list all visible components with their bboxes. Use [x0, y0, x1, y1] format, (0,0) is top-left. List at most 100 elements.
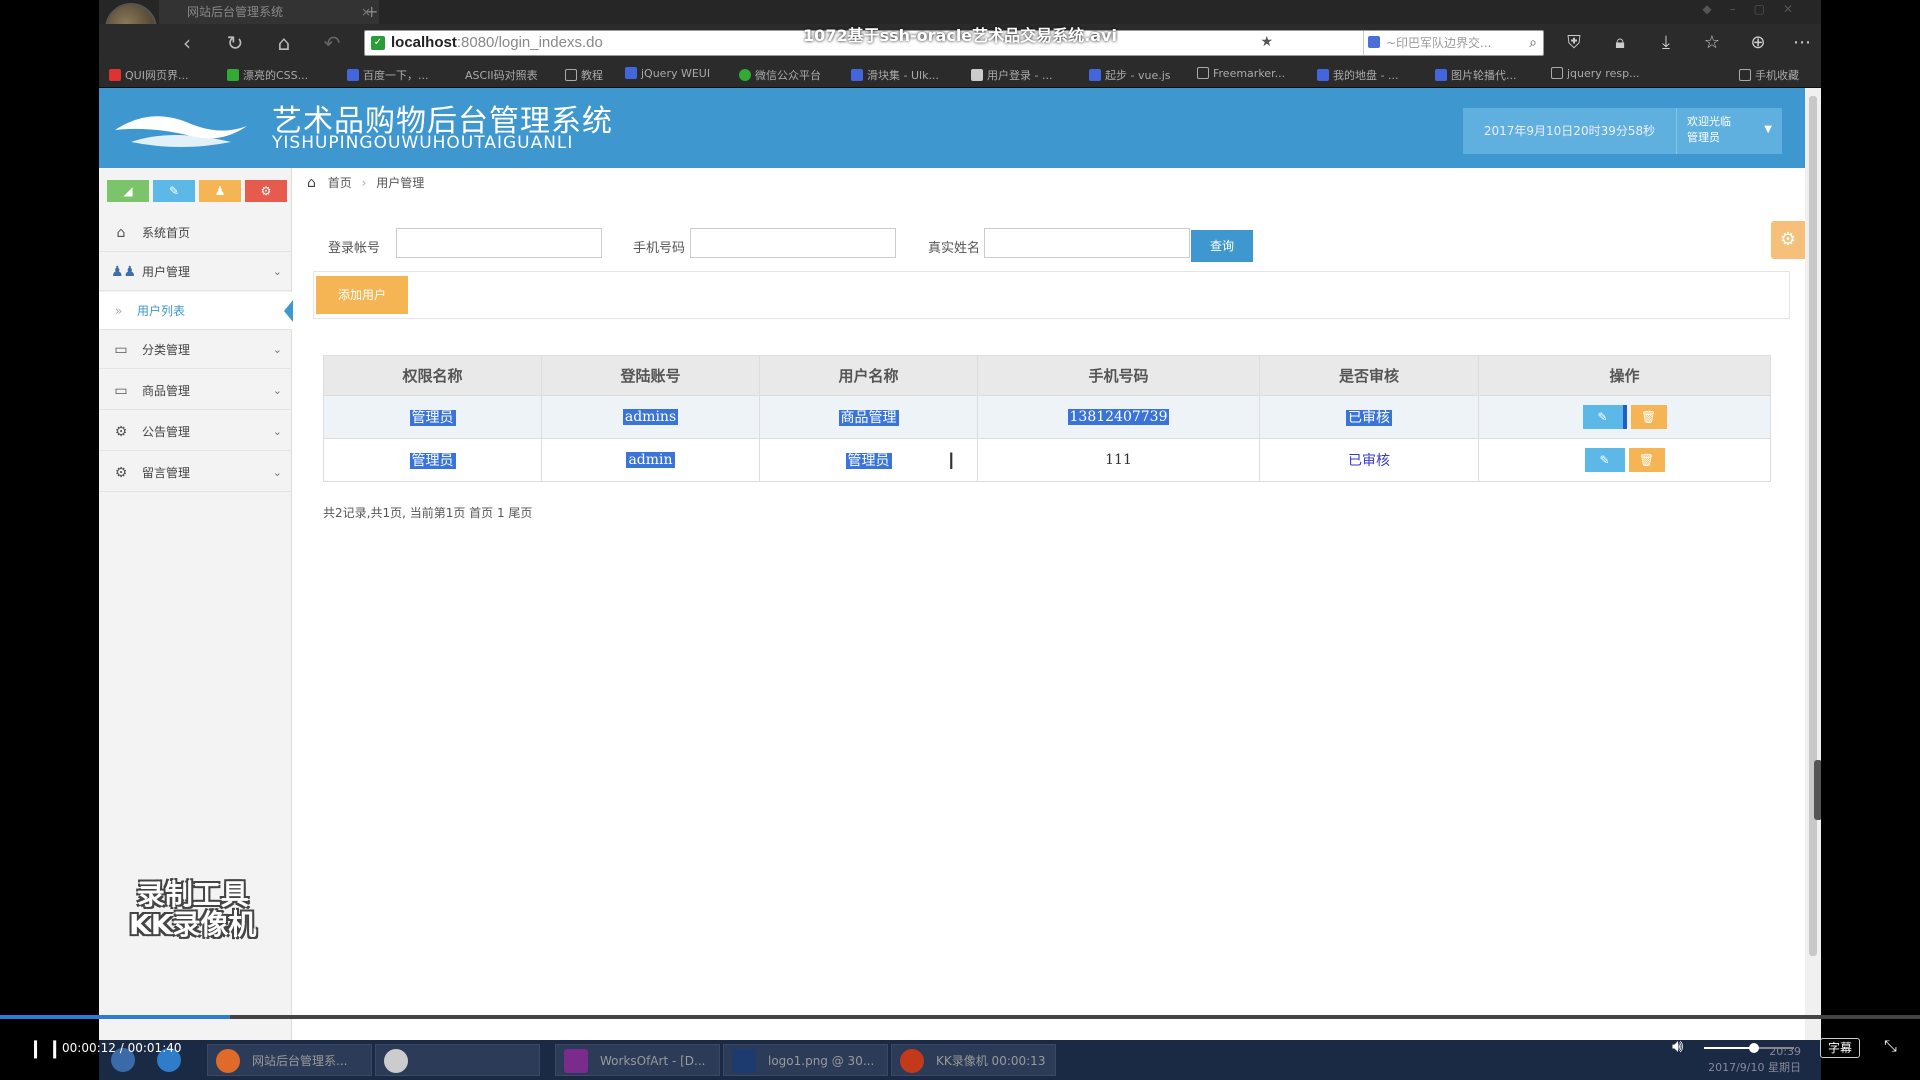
bookmark-item[interactable]: Freemarker...: [1197, 67, 1285, 80]
sidebar-item-category[interactable]: ▭ 分类管理 ⌄: [99, 331, 292, 369]
sidebar-item-label: 公告管理: [142, 425, 191, 439]
bookmark-item[interactable]: 滑块集 - Ulk...: [851, 67, 939, 83]
bookmark-label: 用户登录 - ...: [987, 69, 1053, 82]
cell-actions: ✎ 🗑︎: [1478, 395, 1771, 439]
brand-logo-icon: [115, 116, 247, 147]
home-breadcrumb-icon[interactable]: ⌂: [307, 175, 316, 191]
volume-knob[interactable]: [1748, 1043, 1759, 1053]
bookmark-label: jquery resp...: [1567, 67, 1640, 80]
col-header: 手机号码: [977, 355, 1260, 396]
cogs-icon: ⚙: [114, 424, 128, 440]
time-total: 00:01:40: [127, 1041, 182, 1055]
bookmark-item[interactable]: 我的地盘 - ...: [1317, 67, 1398, 83]
chevron-down-icon: ⌄: [272, 343, 282, 356]
cell-actions: ✎ 🗑︎: [1478, 438, 1771, 482]
side-handle[interactable]: [1814, 760, 1821, 820]
col-header: 操作: [1478, 355, 1771, 396]
chevron-down-icon: ⌄: [272, 384, 282, 397]
table-header-row: 权限名称 登陆账号 用户名称 手机号码 是否审核 操作: [323, 355, 1771, 396]
user-menu[interactable]: 欢迎光临 管理员 ▼: [1676, 108, 1782, 154]
window-controls[interactable]: ◆–▢✕: [1702, 2, 1811, 16]
realname-input[interactable]: [984, 228, 1190, 258]
taskbar-item[interactable]: KK录像机 00:00:13: [891, 1044, 1056, 1076]
cell-text: 13812407739: [1067, 409, 1170, 425]
sidebar-item-home[interactable]: ⌂ 系统首页: [99, 214, 292, 252]
taskbar-item[interactable]: WorksOfArt - [D...: [555, 1044, 720, 1076]
bookmark-item[interactable]: 用户登录 - ...: [971, 67, 1052, 83]
edit-icon[interactable]: ✎: [1584, 448, 1625, 472]
edit-icon[interactable]: ✎: [1582, 405, 1623, 429]
account-input[interactable]: [396, 228, 602, 258]
bookmark-item[interactable]: jQuery WEUI: [625, 67, 710, 80]
phone-label: 手机号码: [633, 241, 686, 256]
welcome-text: 欢迎光临: [1687, 115, 1731, 128]
col-header: 用户名称: [759, 355, 978, 396]
scrollbar-thumb[interactable]: [1809, 96, 1817, 956]
bookmark-item[interactable]: 漂亮的CSS...: [227, 67, 308, 83]
sidebar-item-users[interactable]: ♟♟ 用户管理 ⌄: [99, 253, 292, 291]
query-button[interactable]: 查询: [1191, 230, 1253, 262]
browser-tab-bar: 网站后台管理系统 × + ◆–▢✕: [99, 0, 1821, 24]
delete-icon[interactable]: 🗑︎: [1630, 405, 1667, 429]
sidebar-item-label: 留言管理: [142, 466, 191, 480]
chevron-down-icon: ⌄: [272, 425, 282, 438]
cogs-icon: ⚙: [114, 465, 128, 481]
breadcrumb-current: 用户管理: [376, 176, 425, 190]
main-content: ⌂ 首页 › 用户管理 登录帐号 手机号码 真实姓名 查询 ⚙ 添加用户 权限名…: [293, 168, 1805, 1040]
bookmark-item[interactable]: 起步 - vue.js: [1089, 67, 1171, 83]
fullscreen-exit-icon[interactable]: ⤡: [1884, 1036, 1897, 1056]
app-header: 艺术品购物后台管理系统 YISHUPINGOUWUHOUTAIGUANLI 20…: [99, 88, 1805, 168]
time-separator: /: [119, 1041, 124, 1055]
delete-icon[interactable]: 🗑︎: [1628, 448, 1665, 472]
settings-quick-icon[interactable]: ⚙: [245, 180, 287, 202]
pause-icon[interactable]: ❙❙: [28, 1038, 66, 1059]
add-user-button[interactable]: 添加用户: [316, 276, 408, 314]
sidebar-item-messages[interactable]: ⚙ 留言管理 ⌄: [99, 454, 292, 492]
users-quick-icon[interactable]: ♟: [199, 180, 241, 202]
breadcrumb-separator: ›: [361, 176, 367, 190]
browser-tab[interactable]: 网站后台管理系统 ×: [159, 0, 379, 24]
bookmark-label: QUI网页界...: [125, 69, 189, 82]
cell-text: 管理员: [845, 453, 892, 469]
chart-icon[interactable]: ◢: [107, 180, 149, 202]
cell-phone: 111: [977, 438, 1260, 482]
pagination[interactable]: 共2记录,共1页, 当前第1页 首页 1 尾页: [323, 504, 532, 521]
bookmark-label: 我的地盘 - ...: [1333, 69, 1399, 82]
bookmark-label: 手机收藏: [1755, 69, 1799, 82]
video-title: 1072基于ssh-oracle艺术品交易系统.avi: [803, 26, 1117, 45]
volume-icon[interactable]: 🔊︎: [1672, 1036, 1683, 1057]
taskbar-item[interactable]: 网站后台管理系...: [207, 1044, 372, 1076]
active-arrow-icon: [284, 300, 293, 322]
bookmark-item[interactable]: jquery resp...: [1551, 67, 1640, 80]
pencil-icon[interactable]: ✎: [153, 180, 195, 202]
col-header: 权限名称: [323, 355, 542, 396]
sidebar-item-products[interactable]: ▭ 商品管理 ⌄: [99, 372, 292, 410]
video-progress-track[interactable]: [0, 1015, 1920, 1019]
settings-gear-icon[interactable]: ⚙: [1771, 221, 1805, 259]
bookmark-item[interactable]: 图片轮播代...: [1435, 67, 1517, 83]
user-role: 管理员: [1687, 131, 1720, 144]
breadcrumb-home[interactable]: 首页: [328, 176, 352, 190]
phone-input[interactable]: [690, 228, 896, 258]
subtitle-button[interactable]: 字幕: [1820, 1038, 1860, 1058]
table-row: 管理员 admins 商品管理 13812407739 已审核 ✎ 🗑︎: [323, 395, 1771, 439]
taskbar-item[interactable]: logo1.png @ 30...: [723, 1044, 888, 1076]
bookmark-label: 起步 - vue.js: [1105, 69, 1171, 82]
taskbar-item[interactable]: [375, 1044, 540, 1076]
bookmark-item[interactable]: 微信公众平台: [739, 67, 821, 83]
bookmark-item[interactable]: 教程: [565, 67, 603, 83]
bookmark-item[interactable]: 百度一下，...: [347, 67, 429, 83]
sidebar-item-label: 商品管理: [142, 384, 191, 398]
video-progress-fill: [0, 1015, 231, 1019]
page-scrollbar[interactable]: [1805, 88, 1821, 1040]
bookmark-item[interactable]: 手机收藏: [1739, 67, 1799, 83]
screen-capture: 网站后台管理系统 × + ◆–▢✕ ‹ ↻ ⌂ ↶ ✓ localhost:80…: [99, 0, 1821, 1080]
bookmark-item[interactable]: QUI网页界...: [109, 67, 188, 83]
new-tab-icon[interactable]: +: [365, 0, 378, 24]
sidebar-item-notices[interactable]: ⚙ 公告管理 ⌄: [99, 413, 292, 451]
bookmark-item[interactable]: ASCII码对照表: [465, 67, 538, 83]
cell-account: admin: [541, 438, 760, 482]
caret-down-icon[interactable]: ▼: [1764, 122, 1772, 138]
sidebar-subitem-user-list[interactable]: » 用户列表: [99, 292, 293, 330]
bookmark-label: 百度一下，...: [363, 69, 429, 82]
